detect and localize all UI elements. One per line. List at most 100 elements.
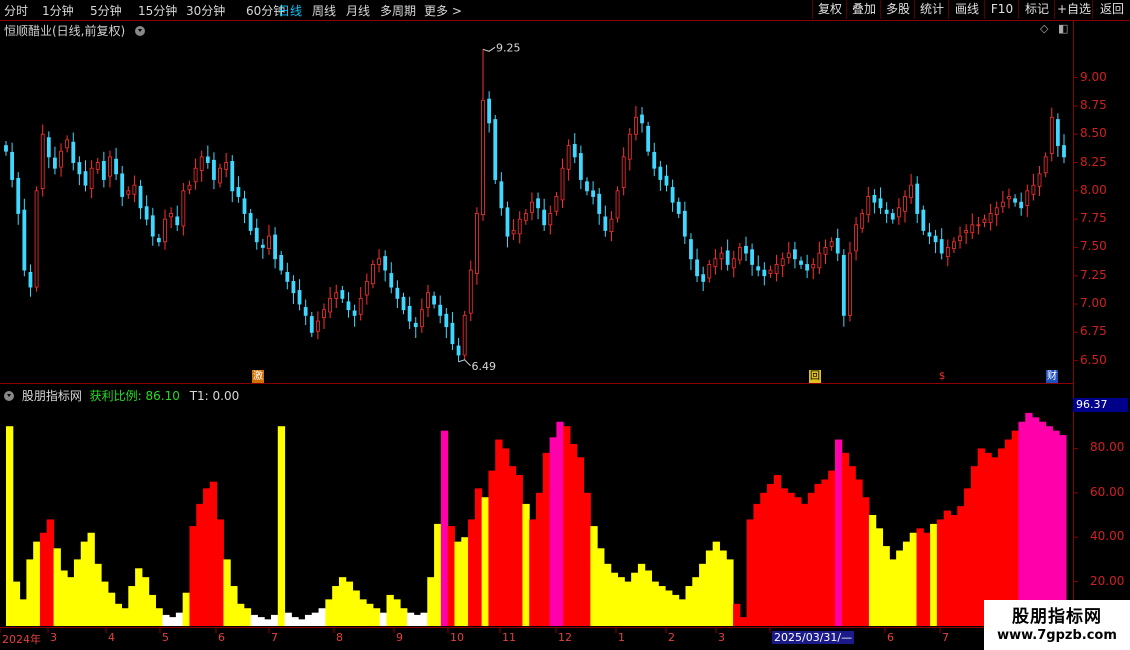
candle-body [927,232,932,237]
indicator-bar [454,541,462,626]
indicator-bar [26,559,34,626]
candle-body [181,190,186,227]
candle-body [578,153,583,180]
indicator-bar [590,526,598,626]
candle-body [224,162,229,170]
indicator-bar [746,519,754,626]
indicator-bar [80,541,89,626]
candle-body [419,309,424,328]
indicator-bar [637,563,646,626]
indicator-bar [277,426,286,626]
indicator-panel-title[interactable]: 股朋指标网 获利比例: 86.10 T1: 0.00 [4,387,239,404]
candle-body [40,133,45,189]
candle-body [572,144,577,158]
candle-body [591,190,595,197]
indicator-bar [250,614,258,626]
candle-body [334,292,339,299]
price-tick-label: 9.00 [1080,69,1107,84]
event-marker-0[interactable]: 激 [252,370,264,383]
low-label: 6.49 [472,360,497,373]
candle-body [291,281,296,294]
indicator-bar [767,483,775,626]
candle-body [456,345,461,356]
indicator-bar [658,586,666,626]
indicator-bar [760,492,768,626]
indicator-bar [6,426,14,626]
candle-body [493,119,498,180]
date-tick-label: 6 [887,631,894,644]
candle-body [909,184,914,199]
indicator-bar [821,479,829,626]
candle-body [707,264,712,279]
candle-body [273,234,277,260]
price-tick-label: 8.75 [1080,97,1107,112]
indicator-bar [610,572,619,626]
high-pointer [482,46,496,52]
candlestick-series [4,49,1066,362]
candle-body [530,201,534,213]
indicator-bar [699,563,707,626]
candle-body [621,156,626,188]
indicator-bar [651,581,659,626]
candle-body [120,173,125,197]
event-marker-1[interactable]: 回 [809,370,821,383]
indicator-bar [529,519,537,626]
indicator-bar [311,612,320,626]
price-tick-label: 7.00 [1080,296,1107,311]
candle-body [933,235,938,243]
indicator-bar [101,581,109,626]
candle-body [352,310,357,316]
candle-body [640,114,644,124]
candle-body [609,218,614,233]
candle-body [364,281,369,296]
indicator-bar [406,612,415,626]
candle-body [187,184,192,191]
candle-body [701,274,706,282]
candle-body [383,256,388,271]
indicator-bar [862,497,870,626]
candle-body [1055,119,1060,146]
indicator-bar [957,506,965,626]
indicator-bar [379,612,388,626]
indicator-bar [753,503,761,626]
candle-body [689,239,693,260]
main-chart-svg: 9.25 6.49 [0,20,1130,633]
candle-body [407,305,412,322]
indicator-bar [631,572,639,626]
indicator-bar [271,614,279,626]
candle-body [597,193,602,214]
candle-body [199,156,204,171]
candle-body [10,151,15,180]
candle-body [970,224,975,234]
indicator-bar [875,528,884,626]
candle-body [750,249,755,265]
indicator-bar [671,594,680,626]
indicator-bar [964,488,972,626]
indicator-bar [304,614,313,626]
indicator-bar [447,526,455,626]
candle-body [285,271,290,282]
indicator-bar [33,541,41,626]
indicator-bar [237,603,245,626]
candle-body [1000,201,1005,208]
indicator-bar [427,577,435,626]
candle-body [468,269,473,314]
candle-body [150,215,155,237]
indicator-bar [522,503,530,626]
candle-body [279,254,284,271]
indicator-bar [189,526,197,626]
candle-body [426,292,430,308]
indicator-bar [1004,439,1013,626]
dropdown-circle-icon[interactable] [4,391,14,401]
candle-body [786,252,791,259]
indicator-bar [814,483,822,626]
indicator-bar [155,608,163,626]
event-marker-2[interactable]: $ [936,370,948,383]
event-marker-3[interactable]: 财 [1046,370,1058,383]
candle-body [548,213,553,226]
indicator-bar [73,559,82,626]
indicator-bar [257,617,265,626]
indicator-bar [1011,430,1019,626]
candle-body [1013,198,1017,203]
candle-body [958,235,962,242]
